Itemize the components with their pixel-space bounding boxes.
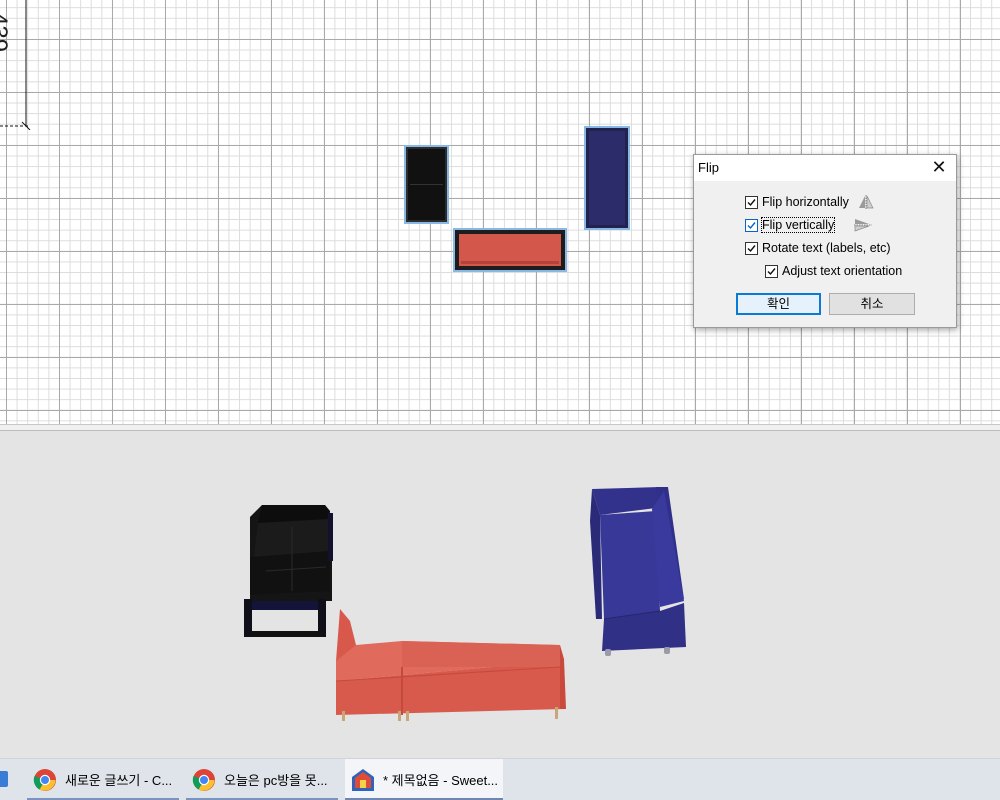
- flip-dialog: Flip ✕ Flip horizontally Flip vertically: [693, 154, 957, 328]
- adjust-text-orientation-label: Adjust text orientation: [782, 264, 903, 278]
- dimension-label: 439: [0, 12, 12, 53]
- flip-vertically-option[interactable]: Flip vertically: [745, 216, 873, 234]
- black-armchair-3d[interactable]: [244, 505, 333, 637]
- flip-horizontal-icon: [858, 195, 874, 209]
- taskbar-item-chrome-2[interactable]: 오늘은 pc방을 못...: [186, 759, 338, 800]
- chrome-icon: [192, 768, 215, 791]
- blue-sofa-3d[interactable]: [590, 487, 686, 656]
- flip-vertically-checkbox[interactable]: [745, 218, 758, 232]
- flip-vertically-label: Flip vertically: [760, 217, 836, 233]
- taskbar-edge: [0, 771, 8, 787]
- flip-horizontally-checkbox[interactable]: [745, 195, 758, 209]
- view-splitter[interactable]: [0, 424, 1000, 431]
- ok-button[interactable]: 확인: [736, 293, 821, 315]
- taskbar-item-chrome-1[interactable]: 새로운 글쓰기 - C...: [27, 759, 179, 800]
- dialog-titlebar[interactable]: Flip ✕: [694, 155, 956, 181]
- taskbar-item-label: 오늘은 pc방을 못...: [224, 773, 328, 788]
- rotate-text-checkbox[interactable]: [745, 241, 758, 255]
- taskbar-item-label: 새로운 글쓰기 - C...: [65, 773, 173, 788]
- taskbar-item-label: * 제목없음 - Sweet...: [383, 773, 499, 788]
- black-armchair-plan[interactable]: [404, 145, 449, 224]
- taskbar: 새로운 글쓰기 - C... 오늘은 pc방을 못... * 제목없음 - Sw…: [0, 758, 1000, 800]
- dialog-title: Flip: [698, 160, 719, 175]
- chrome-icon: [33, 768, 56, 791]
- rotate-text-option[interactable]: Rotate text (labels, etc): [745, 239, 891, 257]
- rotate-text-label: Rotate text (labels, etc): [762, 241, 891, 255]
- adjust-text-orientation-checkbox[interactable]: [765, 264, 778, 278]
- red-sofa-3d[interactable]: [335, 609, 566, 721]
- 3d-view[interactable]: [0, 431, 1000, 758]
- cancel-button[interactable]: 취소: [829, 293, 915, 315]
- flip-vertical-icon: [854, 219, 873, 232]
- plan-view[interactable]: 439 Flip ✕ Flip horizontally Flip vertic…: [0, 0, 1000, 424]
- sweet-home-3d-icon: [352, 768, 374, 791]
- red-sofa-plan[interactable]: [453, 228, 567, 272]
- close-icon[interactable]: ✕: [922, 155, 956, 181]
- blue-sofa-plan[interactable]: [584, 126, 630, 230]
- flip-horizontally-option[interactable]: Flip horizontally: [745, 193, 875, 211]
- flip-horizontally-label: Flip horizontally: [762, 195, 849, 209]
- adjust-text-orientation-option[interactable]: Adjust text orientation: [765, 262, 902, 280]
- taskbar-item-sweet-home-3d[interactable]: * 제목없음 - Sweet...: [345, 759, 503, 800]
- 3d-scene: [244, 487, 686, 721]
